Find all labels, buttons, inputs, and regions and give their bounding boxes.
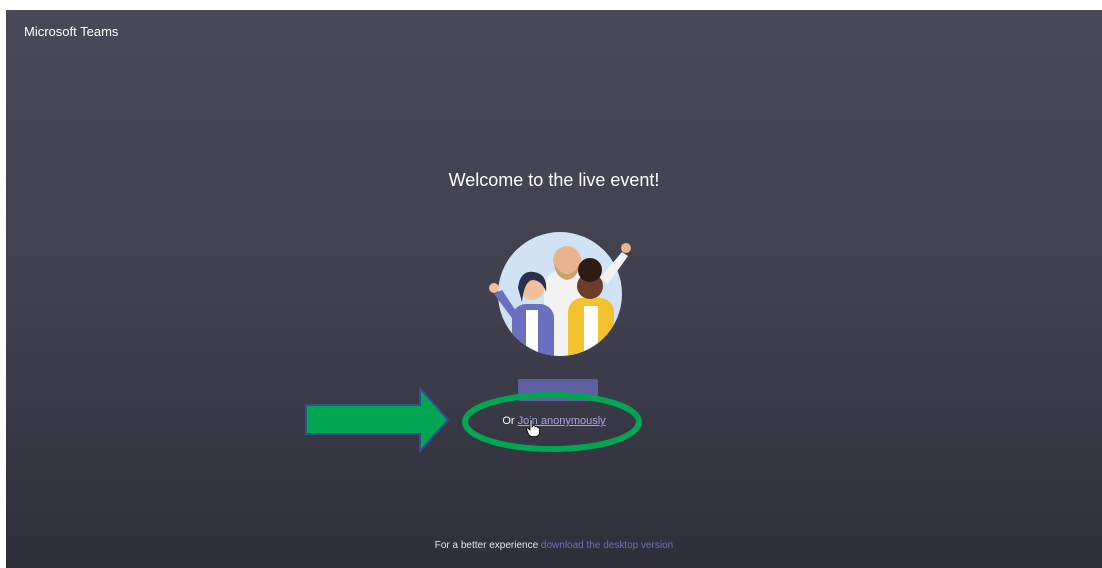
- footer: For a better experience download the des…: [6, 540, 1102, 551]
- join-button[interactable]: [518, 379, 598, 401]
- welcome-heading: Welcome to the live event!: [448, 170, 660, 190]
- hand-pointer-icon: [526, 419, 540, 437]
- people-waving-illustration: [489, 232, 631, 356]
- app-title: Microsoft Teams: [24, 24, 119, 39]
- or-text: Or: [502, 415, 515, 427]
- teams-window: Microsoft Teams Welcome to the live even…: [6, 10, 1102, 568]
- footer-text: For a better experience: [434, 540, 539, 551]
- download-desktop-link[interactable]: download the desktop version: [541, 540, 673, 551]
- join-anonymously-line: Or Join anonymously: [6, 415, 1102, 427]
